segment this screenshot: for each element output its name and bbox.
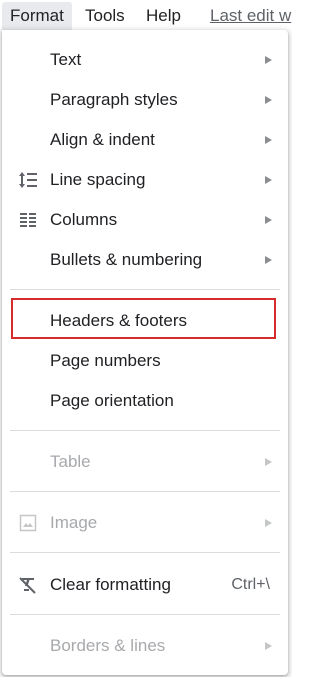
menu-item-columns[interactable]: Columns (2, 200, 288, 240)
menu-item-text[interactable]: Text (2, 40, 288, 80)
menu-item-bullets-numbering[interactable]: Bullets & numbering (2, 240, 288, 280)
menu-item-image: Image (2, 503, 288, 543)
submenu-arrow-icon (265, 56, 272, 64)
menu-item-label: Page numbers (50, 351, 161, 370)
menu-item-line-spacing[interactable]: Line spacing (2, 160, 288, 200)
submenu-arrow-icon (265, 96, 272, 104)
menu-item-page-numbers[interactable]: Page numbers (2, 341, 288, 381)
format-dropdown-menu: Text Paragraph styles Align & indent Lin… (2, 30, 288, 675)
menu-item-clear-formatting[interactable]: Clear formatting Ctrl+\ (2, 565, 288, 605)
menu-tools[interactable]: Tools (85, 4, 125, 28)
menubar: Format Tools Help Last edit w (0, 0, 292, 32)
shortcut-label: Ctrl+\ (231, 576, 270, 593)
menu-item-label: Text (50, 50, 82, 69)
clear-formatting-icon (16, 573, 40, 597)
menu-item-label: Paragraph styles (50, 90, 178, 109)
menu-item-label: Page orientation (50, 391, 174, 410)
menu-item-label: Clear formatting (50, 575, 171, 594)
menu-item-label: Line spacing (50, 170, 146, 189)
menu-separator (10, 430, 280, 431)
image-icon (16, 511, 40, 535)
highlight-box (11, 298, 276, 339)
menu-item-borders-lines: Borders & lines (2, 626, 288, 666)
menu-item-align-indent[interactable]: Align & indent (2, 120, 288, 160)
last-edit-link[interactable]: Last edit w (210, 4, 291, 28)
menu-item-label: Bullets & numbering (50, 250, 203, 269)
submenu-arrow-icon (265, 458, 272, 466)
page: Format Tools Help Last edit w Text Parag… (0, 0, 292, 677)
menu-separator (10, 289, 280, 290)
menu-item-paragraph-styles[interactable]: Paragraph styles (2, 80, 288, 120)
menu-format[interactable]: Format (2, 2, 72, 30)
menu-item-label: Borders & lines (50, 636, 166, 655)
menu-item-label: Align & indent (50, 130, 155, 149)
menu-separator (10, 614, 280, 615)
submenu-arrow-icon (265, 642, 272, 650)
submenu-arrow-icon (265, 136, 272, 144)
menu-separator (10, 552, 280, 553)
menu-item-label: Image (50, 513, 98, 532)
submenu-arrow-icon (265, 216, 272, 224)
menu-help[interactable]: Help (146, 4, 181, 28)
menu-item-page-orientation[interactable]: Page orientation (2, 381, 288, 421)
line-spacing-icon (16, 168, 40, 192)
menu-separator (10, 491, 280, 492)
menu-item-table: Table (2, 442, 288, 482)
submenu-arrow-icon (265, 519, 272, 527)
menu-item-label: Columns (50, 210, 118, 229)
submenu-arrow-icon (265, 176, 272, 184)
submenu-arrow-icon (265, 256, 272, 264)
columns-icon (16, 208, 40, 232)
menu-item-label: Table (50, 452, 91, 471)
